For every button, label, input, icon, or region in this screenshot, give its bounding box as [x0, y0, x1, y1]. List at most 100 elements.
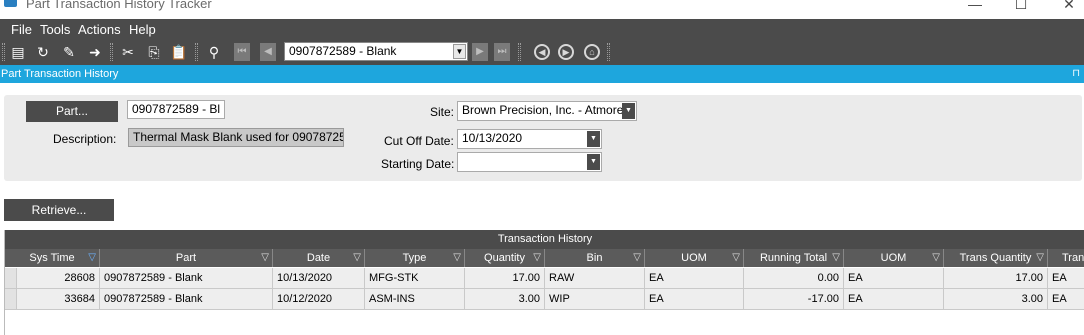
next-record-icon[interactable]: ▶ — [472, 43, 488, 61]
cell-running-total: -17.00 — [744, 289, 844, 309]
column-header-date[interactable]: Date ▽ — [273, 249, 365, 267]
column-header-bin[interactable]: Bin ▽ — [545, 249, 645, 267]
filter-icon[interactable]: ▽ — [353, 249, 361, 267]
cell-part: 0907872589 - Blank — [100, 289, 273, 309]
cell-part: 0907872589 - Blank — [100, 268, 273, 288]
toolbar-separator — [110, 43, 113, 61]
menu-actions[interactable]: Actions — [78, 22, 121, 37]
go-icon[interactable]: ➜ — [86, 43, 104, 61]
first-record-icon[interactable]: ⏮ — [234, 43, 250, 61]
panel-header: Part Transaction History ⊓ — [0, 65, 1084, 83]
column-header-running-total[interactable]: Running Total ▽ — [744, 249, 844, 267]
last-record-icon[interactable]: ⏭ — [494, 43, 510, 61]
description-field: Thermal Mask Blank used for 090787258 — [128, 128, 344, 147]
cutoff-date-label: Cut Off Date: — [384, 134, 454, 148]
cell-type: MFG-STK — [365, 268, 465, 288]
row-selector[interactable] — [5, 268, 17, 288]
chevron-down-icon[interactable]: ▼ — [622, 103, 635, 119]
record-selector[interactable]: 0907872589 - Blank ▼ — [284, 42, 468, 61]
toolbar-grip — [2, 43, 5, 61]
app-icon — [4, 0, 17, 7]
column-header-tran[interactable]: Tran — [1048, 249, 1084, 267]
back-icon[interactable]: ◀ — [534, 44, 550, 60]
cell-bin: WIP — [545, 289, 645, 309]
cell-quantity: 17.00 — [465, 268, 545, 288]
cell-type: ASM-INS — [365, 289, 465, 309]
close-button[interactable]: ✕ — [1054, 0, 1084, 13]
chevron-down-icon[interactable]: ▼ — [587, 131, 600, 147]
cell-sys-time: 28608 — [17, 268, 100, 288]
filter-icon[interactable]: ▽ — [261, 249, 269, 267]
cell-trans-quantity: 3.00 — [944, 289, 1048, 309]
column-header-uom-2[interactable]: UOM ▽ — [844, 249, 944, 267]
cell-quantity: 3.00 — [465, 289, 545, 309]
broom-icon[interactable]: ✎ — [60, 43, 78, 61]
chevron-down-icon[interactable]: ▼ — [453, 44, 466, 59]
cell-date: 10/12/2020 — [273, 289, 365, 309]
column-header-type[interactable]: Type ▽ — [365, 249, 465, 267]
filter-icon[interactable]: ▽ — [932, 249, 940, 267]
grid-header: Sys Time ▽ Part ▽ Date ▽ Type ▽ Quantity ▽ Bi… — [5, 249, 1084, 267]
site-select[interactable]: Brown Precision, Inc. - Atmore ▼ — [457, 101, 637, 121]
cell-uom: EA — [645, 289, 744, 309]
toolbar-separator — [195, 43, 198, 61]
column-header-sys-time[interactable]: Sys Time ▽ — [5, 249, 100, 267]
menu-bar: File Tools Actions Help — [0, 19, 1084, 39]
filter-icon[interactable]: ▽ — [88, 249, 96, 267]
table-row[interactable]: 33684 0907872589 - Blank 10/12/2020 ASM-… — [5, 289, 1084, 310]
clear-icon[interactable]: ▤ — [9, 43, 27, 61]
cell-running-total: 0.00 — [744, 268, 844, 288]
home-icon[interactable]: ⌂ — [584, 44, 600, 60]
cut-icon[interactable]: ✂ — [119, 43, 137, 61]
title-bar: Part Transaction History Tracker — ☐ ✕ — [0, 0, 1084, 20]
filter-icon[interactable]: ▽ — [832, 249, 840, 267]
refresh-icon[interactable]: ↻ — [34, 43, 52, 61]
chevron-down-icon[interactable]: ▼ — [587, 154, 600, 170]
panel-title: Part Transaction History — [1, 68, 119, 80]
starting-date-field[interactable]: ▼ — [457, 152, 602, 172]
part-button[interactable]: Part... — [26, 101, 118, 122]
cutoff-date-field[interactable]: 10/13/2020 ▼ — [457, 129, 602, 149]
cell-tran: EA — [1052, 293, 1067, 305]
minimize-button[interactable]: — — [960, 0, 990, 12]
record-selector-value: 0907872589 - Blank — [289, 44, 397, 58]
previous-record-icon[interactable]: ◀ — [260, 43, 276, 61]
filter-icon[interactable]: ▽ — [732, 249, 740, 267]
column-header-uom[interactable]: UOM ▽ — [645, 249, 744, 267]
menu-file[interactable]: File — [11, 22, 32, 37]
cell-uom-2: EA — [844, 289, 944, 309]
filter-icon[interactable]: ▽ — [633, 249, 641, 267]
cell-bin: RAW — [545, 268, 645, 288]
menu-help[interactable]: Help — [129, 22, 156, 37]
column-header-part[interactable]: Part ▽ — [100, 249, 273, 267]
filter-icon[interactable]: ▽ — [533, 249, 541, 267]
paste-icon[interactable]: 📋 — [170, 43, 188, 61]
search-binoculars-icon[interactable]: ⚲ — [205, 43, 223, 61]
toolbar: ▤ ↻ ✎ ➜ ✂ ⎘ 📋 ⚲ ⏮ ◀ 0907872589 - Blank ▼… — [0, 39, 1084, 65]
row-selector[interactable] — [5, 289, 17, 309]
site-value: Brown Precision, Inc. - Atmore — [462, 103, 624, 117]
cell-trans-quantity: 17.00 — [944, 268, 1048, 288]
table-row[interactable]: 28608 0907872589 - Blank 10/13/2020 MFG-… — [5, 268, 1084, 289]
starting-date-label: Starting Date: — [381, 157, 455, 171]
copy-icon[interactable]: ⎘ — [145, 43, 163, 61]
column-header-trans-quantity[interactable]: Trans Quantity ▽ — [944, 249, 1048, 267]
site-label: Site: — [430, 105, 455, 119]
cutoff-date-value: 10/13/2020 — [462, 131, 523, 145]
part-field[interactable]: 0907872589 - Bl — [127, 100, 225, 119]
transaction-history-grid: Transaction History Sys Time ▽ Part ▽ Date… — [4, 230, 1084, 335]
search-form: Part... 0907872589 - Bl Description: The… — [4, 95, 1082, 181]
description-label: Description: — [53, 132, 117, 146]
maximize-button[interactable]: ☐ — [1006, 0, 1036, 13]
retrieve-button[interactable]: Retrieve... — [4, 199, 114, 221]
forward-icon[interactable]: ▶ — [558, 44, 574, 60]
filter-icon[interactable]: ▽ — [453, 249, 461, 267]
column-header-quantity[interactable]: Quantity ▽ — [465, 249, 545, 267]
toolbar-separator — [607, 43, 610, 61]
toolbar-separator — [518, 43, 521, 61]
cell-uom-2: EA — [844, 268, 944, 288]
filter-icon[interactable]: ▽ — [1036, 249, 1044, 267]
menu-tools[interactable]: Tools — [40, 22, 70, 37]
cell-tran: EA — [1052, 272, 1067, 284]
pin-icon[interactable]: ⊓ — [1072, 65, 1080, 83]
